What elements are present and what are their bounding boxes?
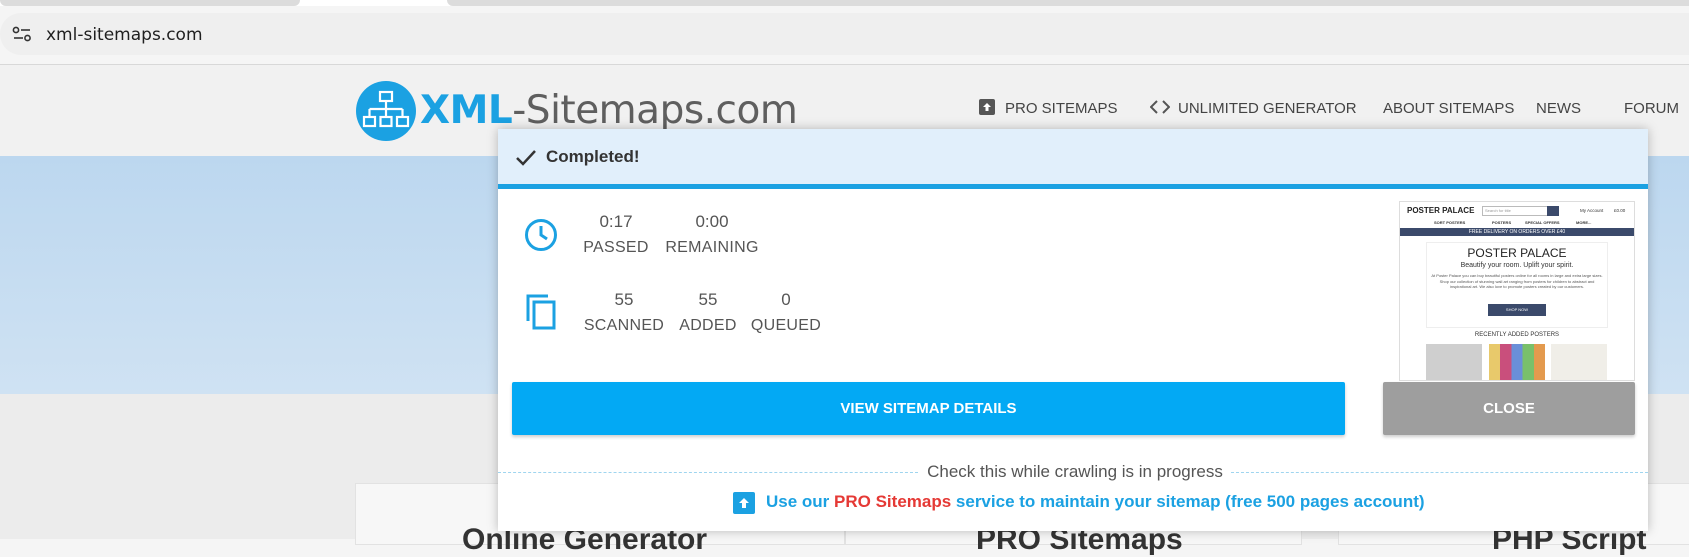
thumb-tagline: Beautify your room. Uplift your spirit. <box>1460 262 1574 269</box>
logo-xml-text: XML <box>420 88 513 133</box>
thumb-menu-item: MORE... <box>1576 220 1592 225</box>
thumb-body: At Poster Palace you can buy beautiful p… <box>1431 273 1603 289</box>
view-sitemap-details-button[interactable]: VIEW SITEMAP DETAILS <box>512 382 1345 435</box>
cloud-upload-icon <box>979 99 995 115</box>
cloud-upload-icon <box>733 492 755 514</box>
site-thumbnail[interactable]: POSTER PALACE Search for title My Accoun… <box>1399 201 1635 381</box>
thumb-menu-item: SPECIAL OFFERS <box>1525 220 1560 225</box>
thumb-poster <box>1551 344 1607 380</box>
thumb-banner: FREE DELIVERY ON ORDERS OVER £40 <box>1400 228 1634 236</box>
thumb-heading: POSTER PALACE <box>1467 246 1567 260</box>
copy-pages-icon <box>526 294 556 330</box>
browser-tab[interactable] <box>0 0 300 6</box>
queued-value: 0 <box>781 290 791 309</box>
nav-pro-sitemaps[interactable]: PRO SITEMAPS <box>1005 100 1118 117</box>
remaining-value: 0:00 <box>695 212 729 231</box>
tab-strip <box>0 0 1689 6</box>
thumb-menu-item: POSTERS <box>1492 220 1512 225</box>
thumb-recent: RECENTLY ADDED POSTERS <box>1474 332 1560 338</box>
site-info-icon[interactable] <box>12 26 32 42</box>
code-icon <box>1150 100 1170 114</box>
clock-icon <box>525 219 557 251</box>
sitemap-logo-icon[interactable] <box>356 81 416 141</box>
site-logo[interactable]: XML-Sitemaps.com <box>420 88 798 133</box>
crawl-result-modal: Completed! 0:17 PASSED 0:00 REMAINING 55… <box>498 129 1648 531</box>
thumb-brand: POSTER PALACE <box>1407 206 1475 215</box>
thumb-shop-button: SHOP NOW <box>1488 304 1546 316</box>
upload-arrow-icon <box>739 498 749 508</box>
thumb-poster <box>1426 344 1482 380</box>
nav-forum[interactable]: FORUM <box>1624 100 1679 117</box>
completed-title: Completed! <box>546 147 640 166</box>
logo-domain-text: -Sitemaps.com <box>512 88 798 133</box>
address-bar[interactable] <box>0 13 1689 55</box>
nav-unlimited-generator[interactable]: UNLIMITED GENERATOR <box>1178 100 1357 117</box>
passed-label: PASSED <box>583 239 649 256</box>
promo-suffix: service to maintain your sitemap (free 5… <box>951 492 1425 511</box>
queued-label: QUEUED <box>750 317 822 334</box>
dashed-divider <box>498 472 918 473</box>
nav-about-sitemaps[interactable]: ABOUT SITEMAPS <box>1383 100 1514 117</box>
close-button[interactable]: CLOSE <box>1383 382 1635 435</box>
remaining-label: REMAINING <box>665 239 759 256</box>
pro-sitemaps-link[interactable]: PRO Sitemaps <box>834 492 951 511</box>
dashed-divider <box>1231 472 1648 473</box>
promo-prefix: Use our <box>766 492 835 511</box>
thumb-search: Search for title <box>1482 206 1550 216</box>
thumb-account: My Account <box>1580 208 1604 213</box>
hierarchy-icon <box>362 90 410 128</box>
passed-value: 0:17 <box>599 212 633 231</box>
url-text[interactable]: xml-sitemaps.com <box>46 25 203 45</box>
modal-header: Completed! <box>498 129 1648 189</box>
browser-tab[interactable] <box>447 0 1689 6</box>
thumb-poster <box>1489 344 1545 380</box>
thumb-search-icon <box>1547 206 1559 216</box>
nav-news[interactable]: NEWS <box>1536 100 1581 117</box>
pro-sitemaps-promo[interactable]: Use our PRO Sitemaps service to maintain… <box>766 492 1425 512</box>
thumb-menu-item: SORT POSTERS <box>1434 220 1466 225</box>
crawling-hint: Check this while crawling is in progress <box>927 462 1223 481</box>
checkmark-icon <box>516 150 536 166</box>
thumb-cart: £0.00 <box>1614 208 1626 213</box>
